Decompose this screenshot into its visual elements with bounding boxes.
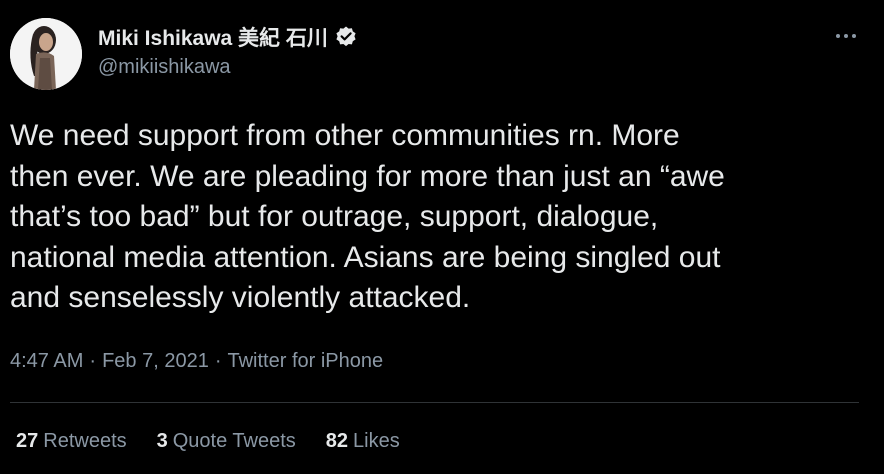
verified-badge-icon [334, 25, 358, 49]
retweets-count: 27 [16, 430, 39, 452]
tweet-date[interactable]: Feb 7, 2021 [102, 350, 209, 373]
quote-tweets-stat[interactable]: 3 Quote Tweets [157, 430, 296, 453]
meta-separator: · [89, 350, 97, 372]
tweet-text-line: and senselessly violently attacked. [10, 281, 471, 314]
meta-separator: · [214, 350, 222, 372]
tweet-text-line: We need support from other communities r… [10, 119, 680, 152]
tweet-text-line: national media attention. Asians are bei… [10, 240, 721, 274]
tweet-stats: 27 Retweets 3 Quote Tweets 82 Likes [16, 430, 400, 453]
tweet-card: Miki Ishikawa 美紀 石川 @mikiishikawa We nee… [0, 0, 884, 474]
tweet-time[interactable]: 4:47 AM [10, 350, 83, 373]
quote-tweets-count: 3 [156, 430, 168, 452]
retweets-label: Retweets [43, 430, 127, 452]
divider [10, 402, 859, 403]
author-handle[interactable]: @mikiishikawa [98, 56, 231, 79]
likes-label: Likes [353, 430, 400, 452]
quote-tweets-label: Quote Tweets [172, 430, 296, 452]
likes-count: 82 [325, 430, 349, 452]
tweet-text-line: that’s too bad” but for outrage, support… [10, 200, 659, 233]
tweet-source[interactable]: Twitter for iPhone [227, 350, 383, 373]
likes-stat[interactable]: 82 Likes [326, 430, 400, 453]
tweet-text: We need support from other communities r… [10, 116, 870, 319]
more-options-button[interactable] [826, 20, 866, 52]
author-display-name[interactable]: Miki Ishikawa 美紀 石川 [98, 22, 328, 52]
retweets-stat[interactable]: 27 Retweets [16, 430, 127, 453]
tweet-meta: 4:47 AM · Feb 7, 2021 · Twitter for iPho… [10, 350, 383, 373]
author-name-row: Miki Ishikawa 美紀 石川 [98, 24, 358, 50]
profile-photo-icon [10, 18, 82, 90]
tweet-text-line: then ever. We are pleading for more than… [10, 159, 725, 193]
author-avatar[interactable] [10, 18, 82, 90]
more-horizontal-icon [836, 34, 856, 38]
